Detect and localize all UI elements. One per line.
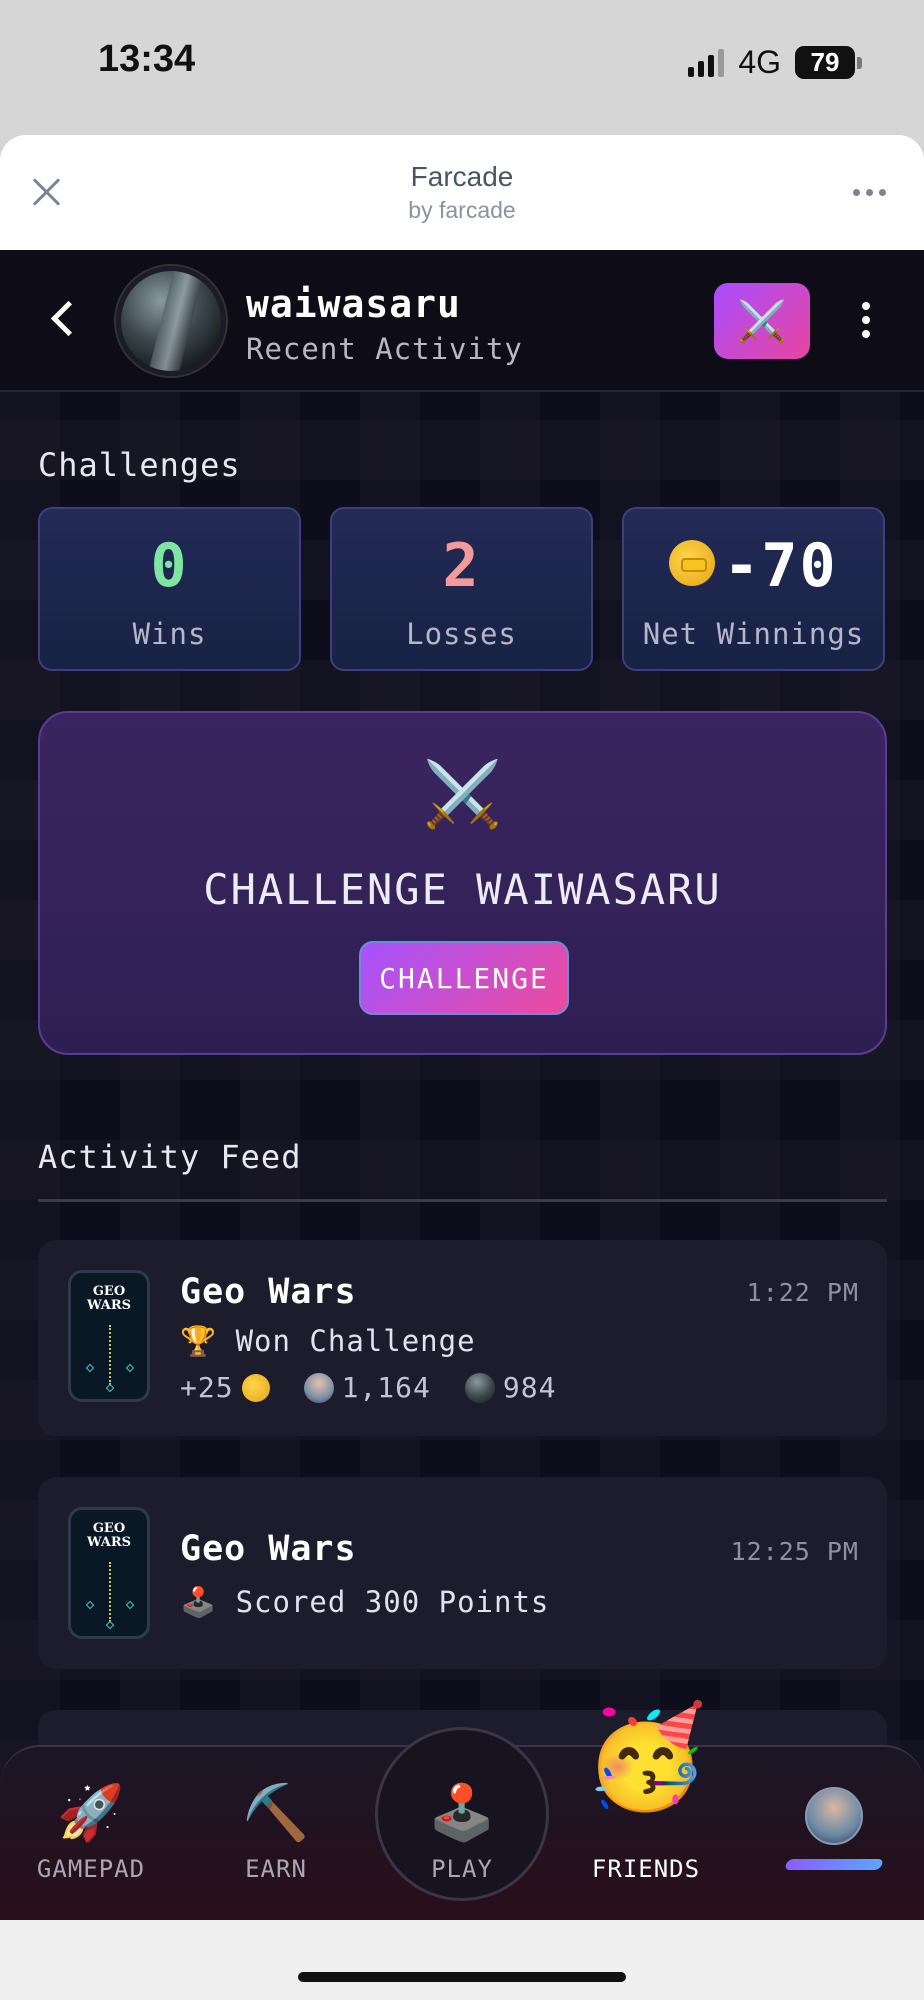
party-face-icon: 🥳 [583,1701,709,1813]
challenge-title: CHALLENGE WAIWASARU [203,865,722,914]
trophy-icon: 🏆 [180,1324,218,1358]
profile-subtitle: Recent Activity [246,332,523,366]
battery-icon: 79 [795,46,862,79]
more-options-icon[interactable] [853,189,886,196]
tab-friends[interactable]: 🥳 FRIENDS [571,1701,721,1920]
net-winnings-label: Net Winnings [642,617,865,651]
home-indicator-area [0,1920,924,2000]
feed-action: 🏆 Won Challenge [180,1324,476,1359]
app-content: waiwasaru Recent Activity ⚔️ Challenges … [0,250,924,1920]
sheet-subtitle: by farcade [408,197,516,223]
tab-label: PLAY [431,1855,493,1883]
joystick-icon: 🕹️ [180,1585,218,1619]
joystick-icon: 🕹️ [428,1783,496,1843]
stat-card-losses: 2 Losses [330,507,593,671]
sheet-header: Farcade by farcade [0,135,924,250]
stat-card-wins: 0 Wins [38,507,301,671]
reward-value: +25 [180,1371,234,1404]
profile-header: waiwasaru Recent Activity ⚔️ [0,250,924,392]
losses-value: 2 [442,531,481,601]
feed-game-title: Geo Wars [180,1529,357,1569]
challenge-swords-button[interactable]: ⚔️ [714,283,810,359]
challenges-heading: Challenges [38,446,241,484]
coin-icon [241,1373,270,1402]
list-item[interactable]: GEO WARS Geo Wars 12:25 PM 🕹️ Scored 300… [38,1477,887,1669]
list-item[interactable]: GEO WARS Geo Wars 1:22 PM 🏆 Won Challeng… [38,1240,887,1436]
divider [38,1199,887,1202]
status-time: 13:34 [98,38,196,80]
back-arrow-icon[interactable] [44,298,84,338]
crossed-swords-icon: ⚔️ [422,758,503,830]
activity-feed-heading: Activity Feed [38,1138,302,1176]
coin-icon [669,540,716,587]
feed-game-title: Geo Wars [180,1272,357,1312]
signal-icon [688,48,725,77]
opponent-avatar-icon [464,1372,495,1403]
score-b: 984 [502,1371,557,1404]
feed-time: 12:25 PM [730,1537,859,1566]
losses-label: Losses [406,617,517,651]
game-thumbnail: GEO WARS [68,1270,150,1402]
status-bar: 13:34 4G 79 [0,0,924,135]
tab-label: GAMEPAD [36,1855,146,1883]
kebab-menu-icon[interactable] [862,302,870,338]
status-icons: 4G 79 [688,44,862,81]
stat-card-net-winnings: -70 Net Winnings [622,507,885,671]
rocket-icon: 🚀 [57,1783,125,1843]
feed-action-text: Won Challenge [235,1324,476,1358]
tab-label: EARN [245,1855,307,1883]
battery-level: 79 [795,46,855,79]
tab-label: FRIENDS [591,1855,701,1883]
active-tab-indicator [783,1859,885,1870]
home-indicator[interactable] [298,1972,626,1982]
challenge-button[interactable]: CHALLENGE [359,941,569,1015]
game-thumbnail: GEO WARS [68,1507,150,1639]
mini-app-sheet: Farcade by farcade waiwasaru Recent Acti… [0,135,924,1920]
pickaxe-icon: ⛏️ [242,1783,310,1843]
tab-gamepad[interactable]: 🚀 GAMEPAD [16,1747,166,1920]
feed-time: 1:22 PM [746,1278,859,1307]
feed-meta: +25 1,164 984 [180,1371,556,1404]
avatar[interactable] [116,266,226,376]
tab-play[interactable]: 🕹️ PLAY [387,1747,537,1920]
wins-value: 0 [150,531,189,601]
feed-action-text: Scored 300 Points [235,1585,550,1619]
avatar [805,1787,863,1845]
net-winnings-value: -70 [723,531,838,601]
net-winnings-row: -70 [624,531,883,601]
score-a: 1,164 [341,1371,431,1404]
thumbnail-title: GEO WARS [86,1521,132,1550]
thumbnail-title: GEO WARS [86,1284,132,1313]
feed-action: 🕹️ Scored 300 Points [180,1585,549,1620]
challenge-card: ⚔️ CHALLENGE WAIWASARU CHALLENGE [38,711,887,1055]
tab-earn[interactable]: ⛏️ EARN [201,1747,351,1920]
bottom-tab-bar: 🚀 GAMEPAD ⛏️ EARN 🕹️ PLAY 🥳 FRIENDS [0,1701,924,1920]
player-avatar-icon [303,1372,334,1403]
wins-label: Wins [132,617,207,651]
tab-profile[interactable] [756,1747,906,1920]
profile-username: waiwasaru [246,282,461,326]
sheet-title: Farcade [410,161,514,192]
network-type: 4G [738,44,781,80]
